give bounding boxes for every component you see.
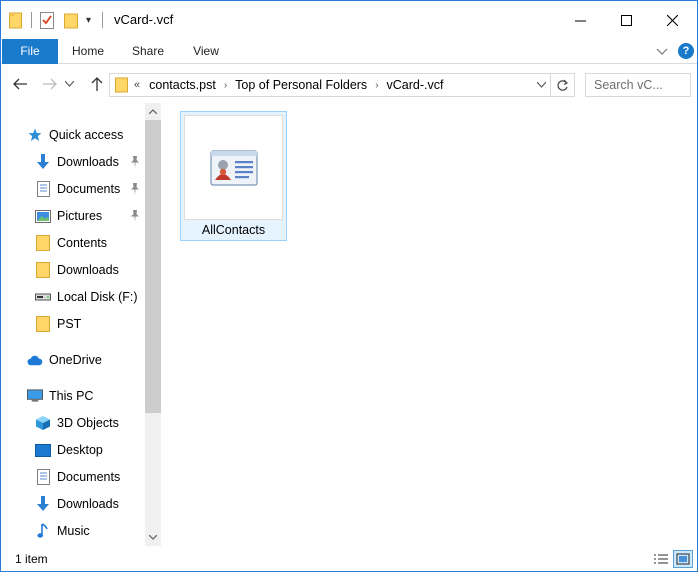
maximize-icon <box>620 14 632 26</box>
breadcrumb-chevron-icon[interactable]: › <box>375 80 378 91</box>
breadcrumb-top-of-personal-folders[interactable]: Top of Personal Folders <box>235 78 367 92</box>
nav-item-contents[interactable]: Contents <box>35 231 107 255</box>
minimize-button[interactable] <box>557 1 603 39</box>
document-icon <box>35 469 51 485</box>
refresh-icon <box>557 79 569 91</box>
nav-item-documents[interactable]: Documents <box>35 465 120 489</box>
file-item-allcontacts[interactable]: AllContacts <box>180 111 287 241</box>
refresh-button[interactable] <box>551 73 575 97</box>
document-icon <box>35 181 51 197</box>
quick-access-toolbar: ▾ <box>9 10 111 30</box>
breadcrumb-chevron-icon[interactable]: › <box>224 80 227 91</box>
arrow-up-icon <box>91 77 103 91</box>
close-icon <box>666 14 678 26</box>
nav-item-3d-objects[interactable]: 3D Objects <box>35 411 119 435</box>
pin-icon[interactable] <box>130 183 140 195</box>
breadcrumb-contacts-pst[interactable]: contacts.pst <box>149 78 216 92</box>
back-button[interactable] <box>9 73 31 95</box>
star-icon <box>27 127 43 143</box>
tab-share[interactable]: Share <box>123 39 173 64</box>
address-overflow-chevron[interactable]: « <box>134 79 140 91</box>
file-name: AllContacts <box>201 223 266 237</box>
item-count: 1 item <box>15 552 48 566</box>
maximize-button[interactable] <box>603 1 649 39</box>
forward-button[interactable] <box>39 73 61 95</box>
scrollbar-thumb[interactable] <box>145 120 161 413</box>
nav-item-desktop[interactable]: Desktop <box>35 438 103 462</box>
chevron-down-icon <box>149 535 157 540</box>
desktop-icon <box>35 442 51 458</box>
pin-icon[interactable] <box>130 156 140 168</box>
properties-icon[interactable] <box>40 11 54 29</box>
folder-icon <box>35 235 51 251</box>
music-note-icon <box>35 523 51 539</box>
nav-item-local-disk-f[interactable]: Local Disk (F:) <box>35 285 138 309</box>
chevron-down-icon <box>537 82 546 88</box>
tab-file[interactable]: File <box>2 39 58 64</box>
title-separator <box>102 12 103 28</box>
folder-icon[interactable] <box>9 12 23 29</box>
scroll-up-button[interactable] <box>145 103 161 120</box>
search-input[interactable]: Search vC... <box>585 73 691 97</box>
scroll-down-button[interactable] <box>145 529 161 546</box>
details-view-button[interactable] <box>651 550 671 568</box>
ribbon-tabs: File Home Share View ? <box>1 39 697 64</box>
close-button[interactable] <box>649 1 695 39</box>
nav-item-downloads[interactable]: Downloads <box>35 492 119 516</box>
new-folder-icon[interactable] <box>64 12 78 29</box>
title-bar[interactable]: ▾ vCard-.vcf <box>1 1 697 39</box>
nav-item-onedrive[interactable]: OneDrive <box>27 348 102 372</box>
customize-toolbar-dropdown-icon[interactable]: ▾ <box>86 15 96 26</box>
expand-ribbon-icon[interactable] <box>655 44 669 58</box>
large-icons-view-icon <box>676 553 690 565</box>
arrow-left-icon <box>13 78 27 90</box>
nav-item-downloads-pinned[interactable]: Downloads <box>35 150 119 174</box>
tab-home[interactable]: Home <box>63 39 113 64</box>
toolbar-separator <box>31 12 32 28</box>
file-thumbnail <box>184 115 283 220</box>
folder-icon <box>35 316 51 332</box>
large-icons-view-button[interactable] <box>673 550 693 568</box>
computer-icon <box>27 388 43 404</box>
file-list[interactable]: AllContacts <box>161 103 697 546</box>
cube-icon <box>35 415 51 431</box>
up-button[interactable] <box>86 73 108 95</box>
download-arrow-icon <box>35 496 51 512</box>
minimize-icon <box>574 20 586 21</box>
nav-item-documents-pinned[interactable]: Documents <box>35 177 120 201</box>
window-title: vCard-.vcf <box>114 12 174 27</box>
status-bar: 1 item <box>1 546 697 571</box>
nav-item-quick-access[interactable]: Quick access <box>27 123 123 147</box>
navigation-bar: « contacts.pst › Top of Personal Folders… <box>1 65 697 103</box>
nav-item-downloads-folder[interactable]: Downloads <box>35 258 119 282</box>
pictures-icon <box>35 208 51 224</box>
navigation-pane: Quick access Downloads Documents Picture… <box>1 103 161 546</box>
pin-icon[interactable] <box>130 210 140 222</box>
arrow-right-icon <box>43 78 57 90</box>
nav-item-pictures-pinned[interactable]: Pictures <box>35 204 102 228</box>
nav-pane-scrollbar[interactable] <box>145 103 161 546</box>
cloud-icon <box>27 352 43 368</box>
details-view-icon <box>654 553 668 564</box>
download-arrow-icon <box>35 154 51 170</box>
tab-view[interactable]: View <box>181 39 231 64</box>
nav-item-music[interactable]: Music <box>35 519 90 543</box>
contact-card-icon <box>209 149 258 186</box>
folder-icon <box>35 262 51 278</box>
address-bar[interactable]: « contacts.pst › Top of Personal Folders… <box>109 73 551 97</box>
chevron-up-icon <box>149 109 157 114</box>
explorer-window: ▾ vCard-.vcf File Home Share View ? « co… <box>0 0 698 572</box>
nav-item-pst[interactable]: PST <box>35 312 81 336</box>
breadcrumb-vcard[interactable]: vCard-.vcf <box>387 78 444 92</box>
folder-icon <box>115 77 128 93</box>
address-history-dropdown[interactable] <box>532 74 550 96</box>
drive-icon <box>35 289 51 305</box>
chevron-down-icon <box>64 81 74 87</box>
nav-item-this-pc[interactable]: This PC <box>27 384 93 408</box>
help-button[interactable]: ? <box>678 43 694 59</box>
recent-locations-button[interactable] <box>63 73 75 95</box>
